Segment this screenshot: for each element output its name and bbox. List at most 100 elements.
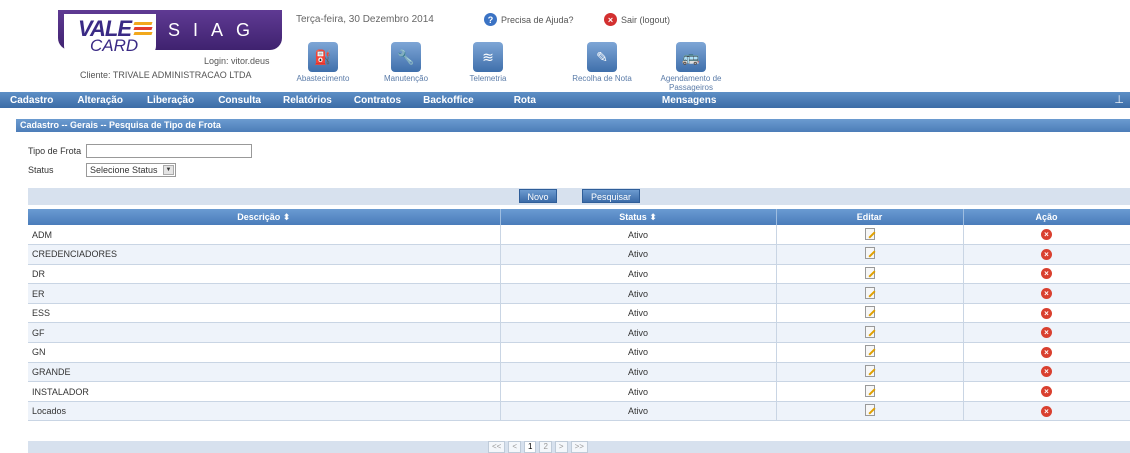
delete-icon[interactable]: × bbox=[1041, 307, 1052, 319]
results-table: Descrição ⬍ Status ⬍ Editar Ação ADM Ati… bbox=[28, 209, 1130, 422]
current-date: Terça-feira, 30 Dezembro 2014 bbox=[296, 14, 434, 25]
first-page-button[interactable]: << bbox=[488, 441, 506, 453]
table-header-row: Descrição ⬍ Status ⬍ Editar Ação bbox=[28, 209, 1130, 225]
module-label: Recolha de Nota bbox=[572, 74, 632, 83]
wrench-icon: 🔧 bbox=[391, 42, 421, 72]
nav-cadastro[interactable]: Cadastro bbox=[2, 95, 61, 106]
table-row: ER Ativo × bbox=[28, 283, 1130, 304]
edit-icon[interactable] bbox=[864, 404, 875, 417]
nav-mensagens[interactable]: Mensagens bbox=[654, 95, 724, 106]
login-info: Login: vitor.deus bbox=[204, 56, 270, 66]
module-recolha-nota[interactable]: ✎ Recolha de Nota bbox=[567, 42, 637, 83]
module-agendamento[interactable]: 🚌 Agendamento de Passageiros bbox=[656, 42, 726, 92]
status-label: Status bbox=[28, 165, 54, 175]
column-header-editar: Editar bbox=[776, 209, 964, 225]
module-telemetria[interactable]: ≋ Telemetria bbox=[453, 42, 523, 83]
edit-icon[interactable] bbox=[864, 384, 875, 397]
descricao-cell: CREDENCIADORES bbox=[28, 244, 501, 265]
edit-icon[interactable] bbox=[864, 266, 875, 279]
delete-icon[interactable]: × bbox=[1041, 386, 1052, 398]
edit-icon[interactable] bbox=[864, 345, 875, 358]
delete-icon[interactable]: × bbox=[1041, 229, 1052, 241]
column-header-descricao[interactable]: Descrição ⬍ bbox=[28, 209, 501, 225]
descricao-cell: ADM bbox=[28, 225, 501, 246]
logo-stripes bbox=[133, 22, 153, 36]
table-row: ADM Ativo × bbox=[28, 225, 1130, 246]
table-row: INSTALADOR Ativo × bbox=[28, 381, 1130, 402]
status-selected-value: Selecione Status bbox=[90, 165, 158, 175]
delete-icon[interactable]: × bbox=[1041, 346, 1052, 358]
pesquisar-button[interactable]: Pesquisar bbox=[582, 189, 640, 203]
delete-icon[interactable]: × bbox=[1041, 288, 1052, 300]
descricao-cell: ER bbox=[28, 283, 501, 304]
novo-button[interactable]: Novo bbox=[519, 189, 557, 203]
table-row: GN Ativo × bbox=[28, 342, 1130, 363]
descricao-cell: GF bbox=[28, 322, 501, 344]
table-row: GRANDE Ativo × bbox=[28, 362, 1130, 383]
receipt-icon: ✎ bbox=[587, 42, 617, 72]
edit-icon[interactable] bbox=[864, 227, 875, 240]
page-1-button[interactable]: 1 bbox=[524, 441, 537, 453]
module-label: Manutenção bbox=[383, 74, 429, 83]
page-2-button[interactable]: 2 bbox=[539, 441, 552, 453]
status-select[interactable]: Selecione Status ▼ bbox=[86, 163, 176, 177]
module-abastecimento[interactable]: ⛽ Abastecimento bbox=[288, 42, 358, 83]
edit-icon[interactable] bbox=[864, 286, 875, 299]
nav-relatorios[interactable]: Relatórios bbox=[275, 95, 340, 106]
column-header-status[interactable]: Status ⬍ bbox=[500, 209, 777, 225]
nav-alteracao[interactable]: Alteração bbox=[69, 95, 131, 106]
module-manutencao[interactable]: 🔧 Manutenção bbox=[371, 42, 441, 83]
last-page-button[interactable]: >> bbox=[570, 441, 588, 453]
tipo-frota-input[interactable] bbox=[86, 144, 252, 158]
bus-icon: 🚌 bbox=[676, 42, 706, 72]
breadcrumb: Cadastro -- Gerais -- Pesquisa de Tipo d… bbox=[16, 119, 1130, 132]
edit-icon[interactable] bbox=[864, 364, 875, 377]
delete-icon[interactable]: × bbox=[1041, 248, 1052, 260]
delete-icon[interactable]: × bbox=[1041, 327, 1052, 339]
logout-link[interactable]: × Sair (logout) bbox=[604, 13, 670, 26]
descricao-cell: GRANDE bbox=[28, 362, 501, 383]
help-icon: ? bbox=[484, 13, 497, 26]
delete-icon[interactable]: × bbox=[1041, 268, 1052, 280]
help-link[interactable]: ? Precisa de Ajuda? bbox=[484, 13, 574, 26]
descricao-cell: Locados bbox=[28, 401, 501, 422]
nav-rota[interactable]: Rota bbox=[506, 95, 544, 106]
module-label: Agendamento de Passageiros bbox=[660, 74, 722, 92]
nav-contratos[interactable]: Contratos bbox=[346, 95, 409, 106]
pagination: << < 1 2 > >> bbox=[488, 441, 588, 453]
status-cell: Ativo bbox=[500, 401, 777, 422]
descricao-cell: GN bbox=[28, 342, 501, 363]
logout-icon: × bbox=[604, 13, 617, 26]
edit-icon[interactable] bbox=[864, 247, 875, 260]
descricao-cell: DR bbox=[28, 264, 501, 285]
main-nav: Cadastro Alteração Liberação Consulta Re… bbox=[0, 92, 1130, 108]
descricao-cell: INSTALADOR bbox=[28, 381, 501, 402]
header: VALE CARD SIAG Login: vitor.deus Cliente… bbox=[0, 0, 1130, 92]
delete-icon[interactable]: × bbox=[1041, 405, 1052, 417]
prev-page-button[interactable]: < bbox=[508, 441, 522, 453]
table-row: ESS Ativo × bbox=[28, 303, 1130, 324]
tipo-frota-label: Tipo de Frota bbox=[28, 146, 82, 156]
signal-icon: ≋ bbox=[473, 42, 503, 72]
descricao-cell: ESS bbox=[28, 303, 501, 324]
chevron-down-icon: ▼ bbox=[163, 165, 174, 175]
edit-icon[interactable] bbox=[864, 325, 875, 338]
logo-system-text: SIAG bbox=[168, 20, 264, 40]
next-page-button[interactable]: > bbox=[554, 441, 568, 453]
table-row: DR Ativo × bbox=[28, 264, 1130, 285]
nav-liberacao[interactable]: Liberação bbox=[139, 95, 202, 106]
module-label: Telemetria bbox=[469, 74, 507, 83]
valecard-siag-logo: VALE CARD SIAG bbox=[58, 10, 282, 56]
edit-icon[interactable] bbox=[864, 306, 875, 319]
delete-icon[interactable]: × bbox=[1041, 366, 1052, 378]
fuel-pump-icon: ⛽ bbox=[308, 42, 338, 72]
help-label: Precisa de Ajuda? bbox=[501, 14, 574, 25]
module-label: Abastecimento bbox=[296, 74, 350, 83]
logo-card-text: CARD bbox=[90, 36, 139, 55]
logout-label: Sair (logout) bbox=[621, 14, 671, 25]
table-row: CREDENCIADORES Ativo × bbox=[28, 244, 1130, 265]
nav-backoffice[interactable]: Backoffice bbox=[415, 95, 482, 106]
nav-consulta[interactable]: Consulta bbox=[210, 95, 269, 106]
status-cell: Ativo bbox=[500, 322, 777, 344]
pin-icon[interactable]: ⊥ bbox=[1114, 93, 1124, 106]
